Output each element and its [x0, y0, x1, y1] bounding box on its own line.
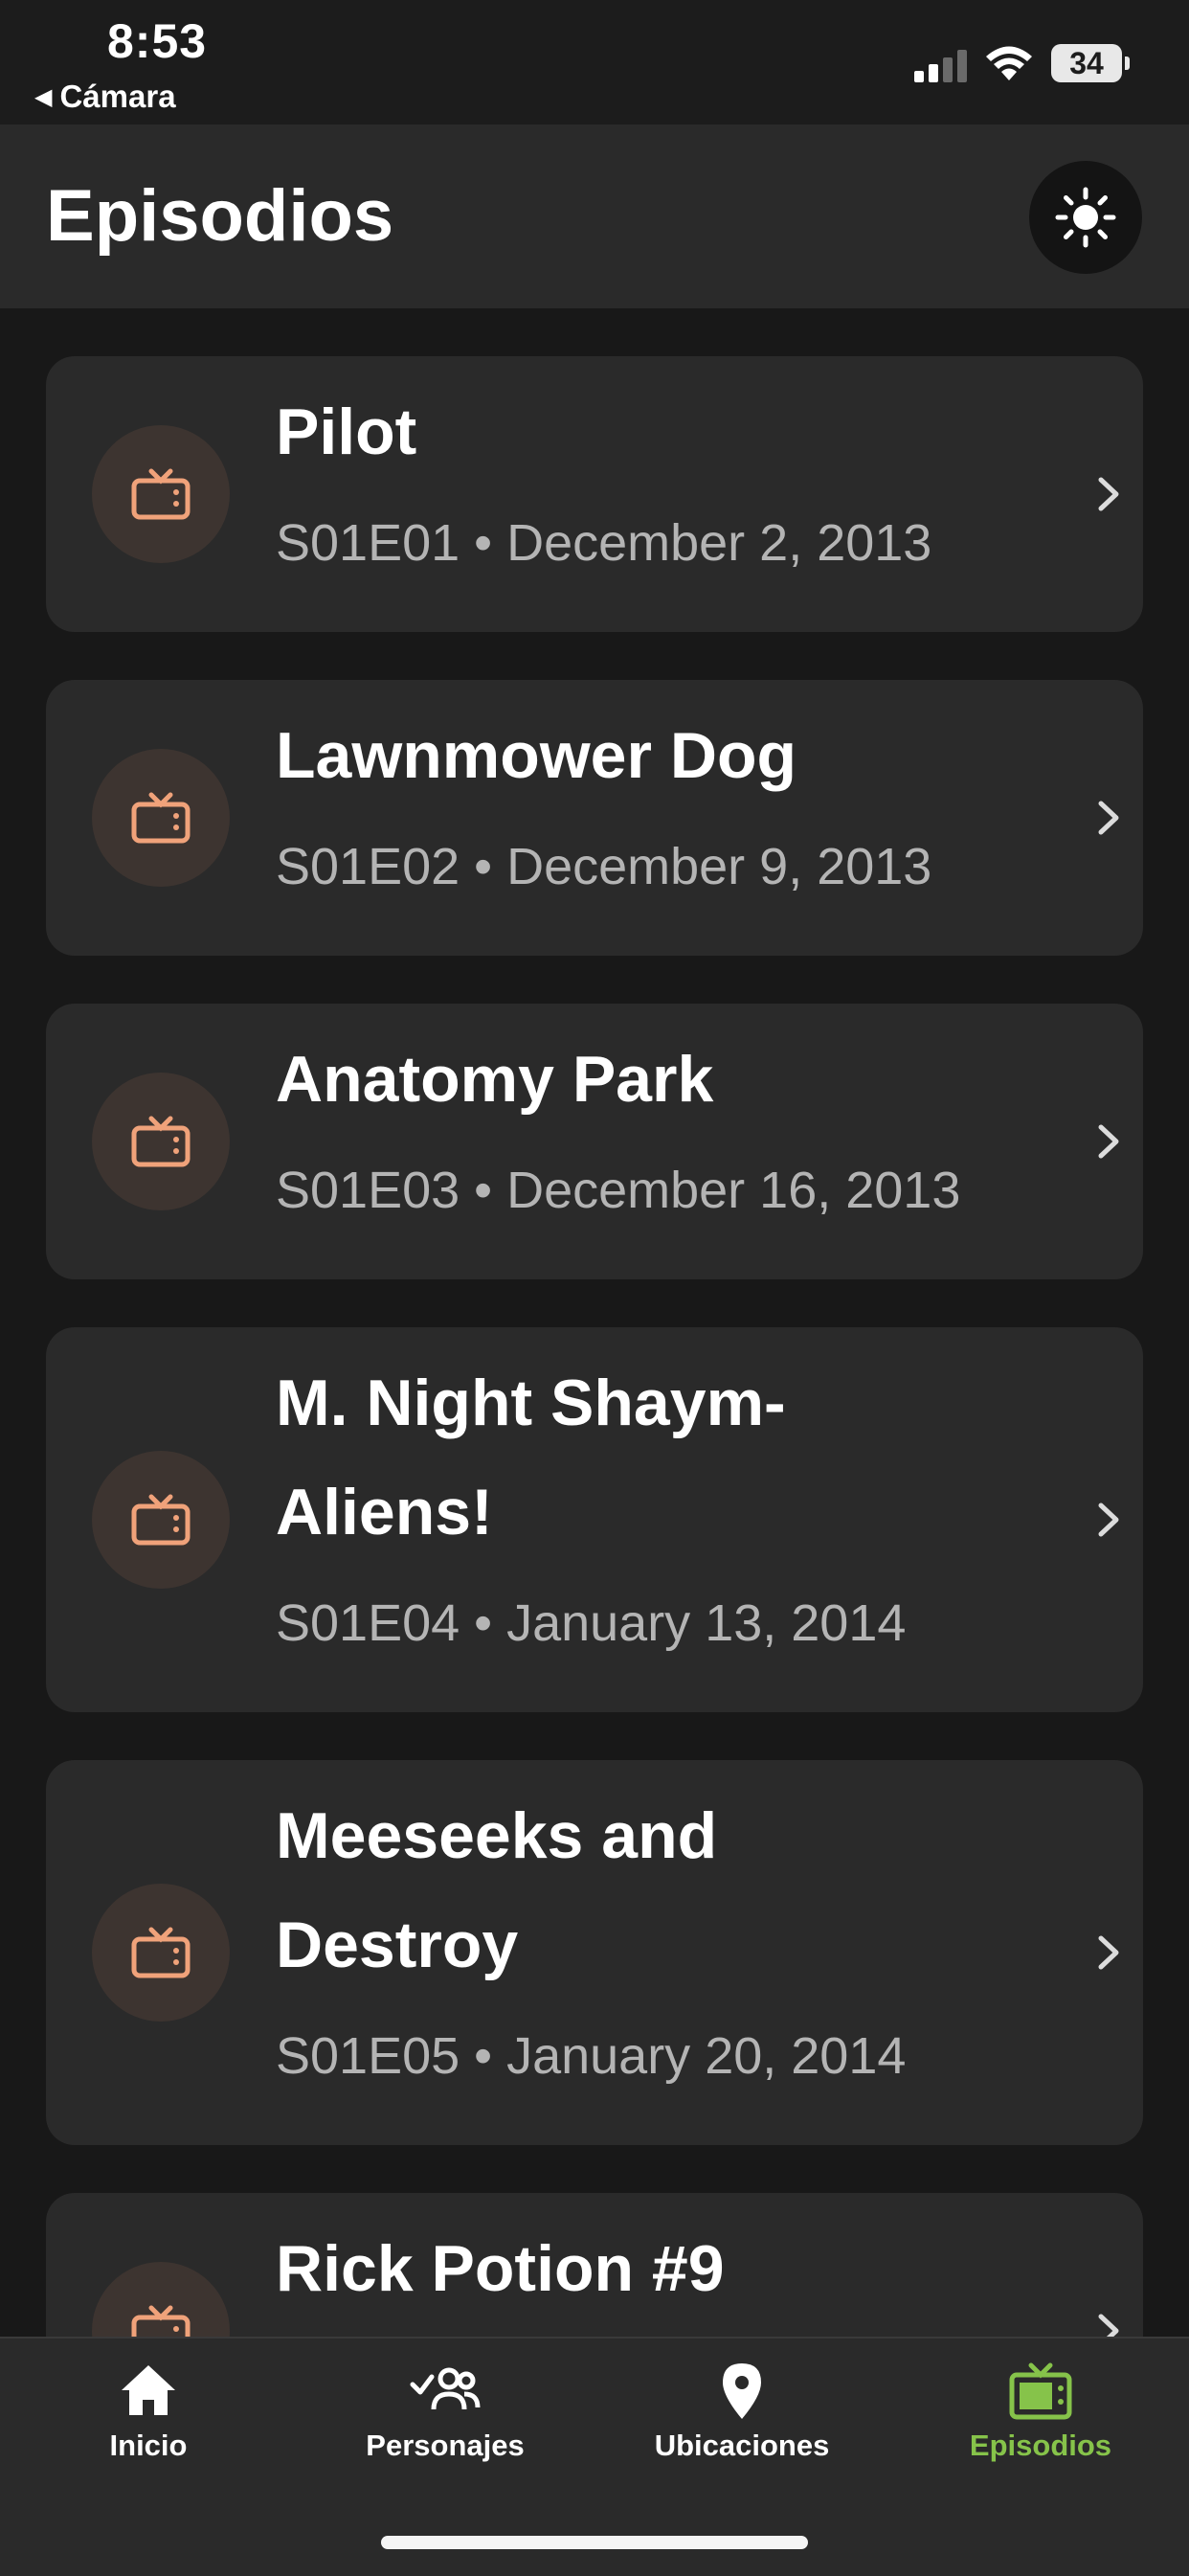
episode-card[interactable]: Meeseeks and Destroy S01E05 • January 20… — [46, 1760, 1143, 2145]
tab-label: Ubicaciones — [654, 2429, 830, 2462]
app-header: Episodios — [0, 124, 1189, 308]
chevron-right-icon — [1098, 2314, 1119, 2337]
status-time: 8:53 — [107, 14, 208, 68]
episode-title: M. Night Shaym-Aliens! — [276, 1367, 786, 1548]
episode-title: Anatomy Park — [276, 1043, 714, 1116]
episode-title: Rick Potion #9 — [276, 2232, 725, 2305]
episode-title: Lawnmower Dog — [276, 719, 797, 792]
tab-ubicaciones[interactable]: Ubicaciones — [594, 2360, 890, 2463]
back-label: Cámara — [59, 79, 176, 114]
tab-label: Personajes — [366, 2429, 525, 2462]
tv-icon — [92, 749, 230, 887]
tv-icon — [92, 1451, 230, 1589]
episode-card[interactable]: Anatomy Park S01E03 • December 16, 2013 — [46, 1004, 1143, 1279]
episode-card[interactable]: M. Night Shaym-Aliens! S01E04 • January … — [46, 1327, 1143, 1712]
tv-icon — [92, 425, 230, 563]
tv-icon — [92, 1884, 230, 2022]
tab-personajes[interactable]: Personajes — [297, 2360, 594, 2463]
episode-meta: S01E02 • December 9, 2013 — [276, 838, 932, 895]
back-to-camera-link[interactable]: ◀ Cámara — [34, 79, 176, 115]
back-arrow-icon: ◀ — [34, 84, 53, 110]
chevron-right-icon — [1098, 1935, 1119, 1970]
episode-meta: S01E03 • December 16, 2013 — [276, 1162, 961, 1219]
chevron-right-icon — [1098, 801, 1119, 835]
episode-card[interactable]: Rick Potion #9 — [46, 2193, 1143, 2337]
battery-indicator: 34 — [1051, 44, 1130, 82]
episode-title: Meeseeks and Destroy — [276, 1799, 718, 1981]
episode-card[interactable]: Lawnmower Dog S01E02 • December 9, 2013 — [46, 680, 1143, 956]
episode-title: Pilot — [276, 395, 417, 468]
chevron-right-icon — [1098, 1503, 1119, 1537]
episode-list[interactable]: Pilot S01E01 • December 2, 2013 Lawnmowe… — [0, 308, 1189, 2337]
chevron-right-icon — [1098, 1124, 1119, 1159]
episode-meta: S01E05 • January 20, 2014 — [276, 2027, 907, 2085]
episode-meta: S01E04 • January 13, 2014 — [276, 1594, 907, 1652]
tab-episodios[interactable]: Episodios — [892, 2360, 1189, 2463]
cellular-signal-icon — [914, 50, 967, 82]
people-icon — [410, 2367, 481, 2410]
tab-inicio[interactable]: Inicio — [0, 2360, 297, 2463]
tab-label: Inicio — [109, 2429, 188, 2462]
tv-icon — [92, 1073, 230, 1210]
tv-icon — [1009, 2362, 1072, 2420]
episode-meta: S01E01 • December 2, 2013 — [276, 514, 932, 572]
sun-icon — [1055, 187, 1116, 248]
tv-icon — [92, 2262, 230, 2337]
home-icon — [122, 2365, 175, 2415]
tab-label: Episodios — [969, 2429, 1112, 2462]
home-indicator[interactable] — [381, 2536, 808, 2549]
location-pin-icon — [723, 2363, 761, 2419]
page-title: Episodios — [46, 175, 394, 257]
status-bar: 8:53 ◀ Cámara 34 — [0, 0, 1189, 124]
chevron-right-icon — [1098, 477, 1119, 511]
wifi-icon — [986, 46, 1032, 80]
theme-toggle-button[interactable] — [1029, 161, 1142, 274]
episode-card[interactable]: Pilot S01E01 • December 2, 2013 — [46, 356, 1143, 632]
